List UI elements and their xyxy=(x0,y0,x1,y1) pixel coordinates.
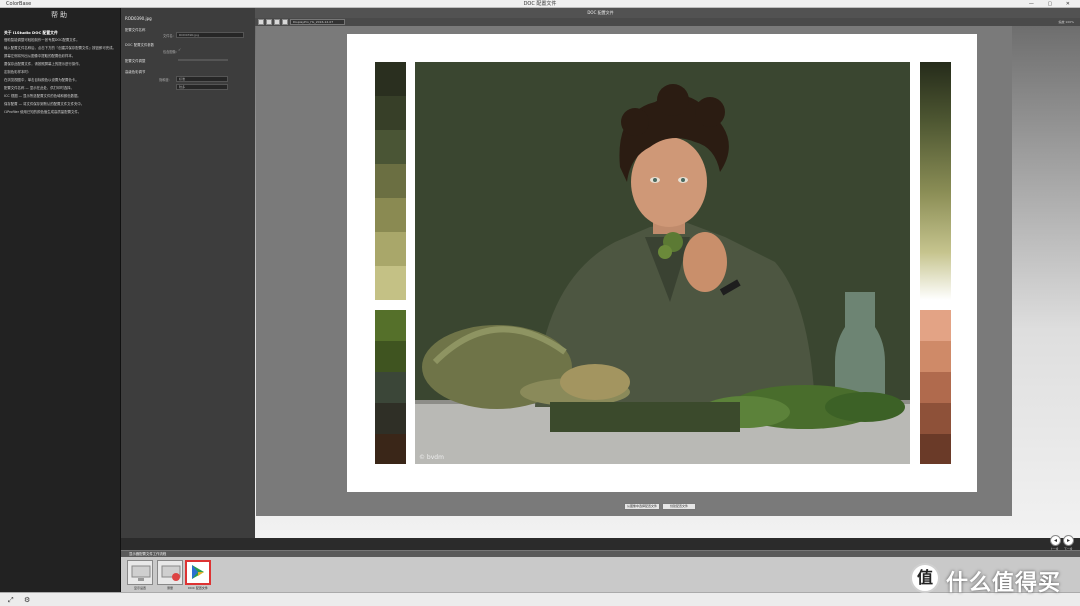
color-swatch[interactable] xyxy=(375,434,406,464)
step-label: DOC 配置文件 xyxy=(188,586,208,590)
gradient-swatch[interactable] xyxy=(920,62,951,300)
profile-name-input[interactable]: ROD0390.jpg xyxy=(176,32,244,38)
fit-icon[interactable] xyxy=(274,19,280,25)
step-doc-profile[interactable] xyxy=(185,560,211,585)
name-label: 文件名: xyxy=(163,34,174,38)
color-swatch[interactable] xyxy=(375,164,406,198)
monitor-icon xyxy=(131,565,151,581)
help-body: 关于 i1Studio DOC 配置文件 借助智能调整可轻松制作一张专属DOC配… xyxy=(0,22,120,115)
status-bar: ⤢ ⚙ xyxy=(0,592,1080,606)
help-paragraph: 要保存此配置文件，请按照屏幕上的提示进行操作。 xyxy=(4,62,82,66)
section-advanced[interactable]: 高级色彩调节 xyxy=(125,69,145,74)
section-config-name[interactable]: 配置文件名称 xyxy=(125,27,145,32)
reference-photo[interactable]: © bvdm xyxy=(415,62,910,464)
color-swatch[interactable] xyxy=(920,310,951,341)
title-bar: ColorBase DOC 配置文件 — ▢ ✕ xyxy=(0,0,1080,8)
saturation-label: 饱和度: xyxy=(159,78,170,82)
adjust-slider[interactable] xyxy=(178,59,228,61)
back-arrow-icon[interactable]: ◂ xyxy=(1050,535,1061,546)
help-paragraph: 保存配置 — 将文件保存到默认的配置文件文件夹中。 xyxy=(4,102,85,106)
help-paragraph: ICC 视图 — 显示所选配置文件的色域和颜色数据。 xyxy=(4,94,81,98)
color-swatch[interactable] xyxy=(375,372,406,403)
settings-panel: ROD0390.jpg 配置文件名称 文件名: ROD0390.jpg DOC … xyxy=(121,8,255,538)
zoom-out-icon[interactable] xyxy=(266,19,272,25)
panel-title: DOC 配置文件 xyxy=(587,10,614,15)
option-checkbox[interactable]: ✓ xyxy=(178,47,181,52)
file-name-label: ROD0390.jpg xyxy=(125,16,152,21)
help-paragraph: i1Profiler 使用已知的颜色值生成高质量配置文件。 xyxy=(4,110,82,114)
help-heading: 关于 i1Studio DOC 配置文件 xyxy=(4,30,58,35)
detail-select[interactable]: 较多 xyxy=(176,84,228,90)
photo-illustration xyxy=(415,62,910,464)
step-label: 测量 xyxy=(166,586,173,590)
swatch-column-left-bottom xyxy=(375,310,406,464)
help-paragraph: 配置文件名称 — 显示在此处，供打印时选择。 xyxy=(4,86,74,90)
color-swatch[interactable] xyxy=(920,434,951,464)
color-swatch[interactable] xyxy=(920,341,951,372)
swatch-column-left-top xyxy=(375,62,406,300)
swatch-column-right-bottom xyxy=(920,310,951,464)
select-from-image-button[interactable]: 从图像中选择配置文件 xyxy=(624,503,660,510)
create-profile-button[interactable]: 创建配置文件 xyxy=(662,503,696,510)
measure-icon xyxy=(161,565,181,581)
preview-toolbar: DisplayPro_HL_2016-12-07 缩放 100% xyxy=(255,18,1080,26)
fullscreen-icon[interactable]: ⤢ xyxy=(8,596,14,605)
option-label: 包含图像: xyxy=(163,50,177,54)
section-source[interactable]: DOC 配置文件参数 xyxy=(125,42,154,47)
display-profile-select[interactable]: DisplayPro_HL_2016-12-07 xyxy=(290,19,345,25)
zoom-in-icon[interactable] xyxy=(258,19,264,25)
section-smart-adjust[interactable]: 配置文件调整 xyxy=(125,58,145,63)
zoom-readout: 缩放 100% xyxy=(1058,20,1074,24)
color-swatch[interactable] xyxy=(375,403,406,434)
color-swatch[interactable] xyxy=(920,372,951,403)
color-swatch[interactable] xyxy=(375,266,406,300)
help-paragraph: 输入配置文件名称后，点击下方的『创建并保存配置文件』按钮即可完成。 xyxy=(4,46,116,50)
profile-icon xyxy=(192,565,204,579)
help-paragraph: 屏幕左侧将列出从图像中提取的配置色彩样本。 xyxy=(4,54,76,58)
help-title: 帮助 xyxy=(51,11,69,19)
step-measure[interactable] xyxy=(157,560,183,585)
color-swatch[interactable] xyxy=(375,62,406,96)
color-swatch[interactable] xyxy=(375,310,406,341)
color-swatch[interactable] xyxy=(375,232,406,266)
window-controls[interactable]: — ▢ ✕ xyxy=(1029,0,1076,8)
watermark-text: 什么值得买 xyxy=(946,571,1062,596)
color-swatch[interactable] xyxy=(375,130,406,164)
step-display-settings[interactable] xyxy=(127,560,153,585)
next-arrow-icon[interactable]: ▸ xyxy=(1063,535,1074,546)
photo-credit: © bvdm xyxy=(419,454,444,461)
color-swatch[interactable] xyxy=(375,341,406,372)
help-paragraph: 借助智能调整可轻松制作一张专属DOC配置文件。 xyxy=(4,38,80,42)
app-window: ColorBase DOC 配置文件 — ▢ ✕ 帮助 关于 i1Studio … xyxy=(0,0,1080,606)
color-swatch[interactable] xyxy=(375,96,406,130)
panel-header: DOC 配置文件 xyxy=(121,8,1080,18)
watermark-logo: 值 xyxy=(910,563,940,593)
step-label: 显示设置 xyxy=(133,586,146,590)
help-paragraph: 在浏览视图中，单击目标颜色以设置为配置色卡。 xyxy=(4,78,79,82)
settings-icon[interactable]: ⚙ xyxy=(24,596,30,604)
workflow-header: 显示器配置文件工作流程 xyxy=(121,550,1080,557)
help-paragraph: 定制色彩样本时： xyxy=(4,70,32,74)
help-panel: 帮助 关于 i1Studio DOC 配置文件 借助智能调整可轻松制作一张专属D… xyxy=(0,8,121,592)
color-swatch[interactable] xyxy=(375,198,406,232)
window-title: DOC 配置文件 xyxy=(523,1,557,7)
saturation-select[interactable]: 标准 xyxy=(176,76,228,82)
image-icon[interactable] xyxy=(282,19,288,25)
color-swatch[interactable] xyxy=(920,403,951,434)
